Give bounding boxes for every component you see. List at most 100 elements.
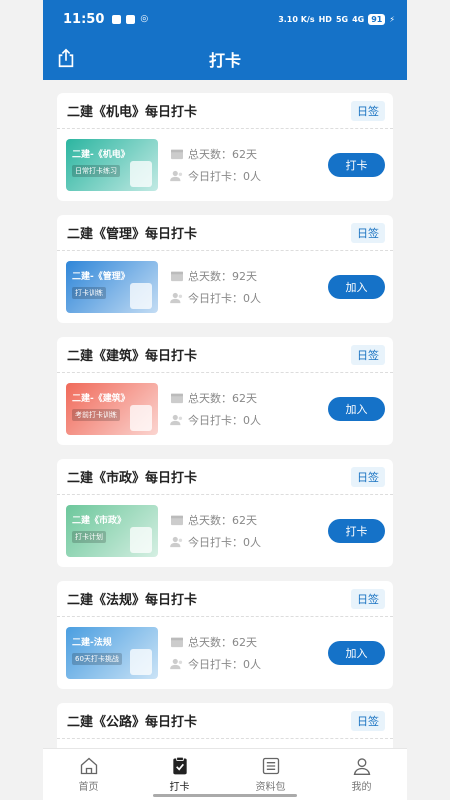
total-days-value: 62天 [232, 148, 257, 161]
today-checkin-row: 今日打卡： 0人 [170, 409, 328, 431]
today-checkin-row: 今日打卡： 0人 [170, 165, 328, 187]
thumbnail-title: 二建-《建筑》 [72, 394, 130, 404]
calendar-icon [171, 637, 183, 648]
user-icon [353, 758, 370, 775]
thumbnail-subtitle: 打卡计划 [72, 531, 106, 543]
card-title: 二建《机电》每日打卡 [67, 105, 198, 120]
today-checkin-row: 今日打卡： 0人 [170, 531, 328, 553]
tab-checkin-label: 打卡 [169, 782, 190, 793]
thumbnail-illustration [130, 405, 152, 431]
card-body: 二建《市政》 打卡计划 总天数： 62天 今日打卡： 0人 打卡 [57, 495, 393, 567]
today-checkin-value: 0人 [243, 292, 261, 305]
card-body: 二建-《机电》 日常打卡练习 总天数： 62天 今日打卡： 0人 打卡 [57, 129, 393, 201]
card-stats: 总天数： 62天 今日打卡： 0人 [170, 143, 328, 187]
daily-sign-tag[interactable]: 日签 [351, 710, 385, 731]
checkin-action-button[interactable]: 打卡 [328, 153, 385, 177]
calendar-icon [171, 149, 183, 160]
total-days-label: 总天数： [188, 392, 232, 405]
card-body: 二建-《管理》 打卡训练 总天数： 92天 今日打卡： 0人 加入 [57, 251, 393, 323]
battery-indicator: 91 [368, 13, 386, 25]
page-title: 打卡 [208, 51, 241, 70]
users-icon [170, 536, 183, 548]
thumbnail-title: 二建-法规 [72, 638, 112, 648]
daily-sign-tag[interactable]: 日签 [351, 344, 385, 365]
thumbnail-title: 二建《市政》 [72, 516, 127, 526]
card-stats: 总天数： 92天 今日打卡： 0人 [170, 265, 328, 309]
checkin-action-button[interactable]: 打卡 [328, 519, 385, 543]
card-header: 二建《法规》每日打卡 日签 [57, 581, 393, 617]
today-checkin-value: 0人 [243, 536, 261, 549]
checkin-card[interactable]: 二建《管理》每日打卡 日签 二建-《管理》 打卡训练 总天数： 92天 今日打卡： 0人 加入 [57, 215, 393, 323]
tab-mine[interactable]: 我的 [316, 749, 407, 800]
app-notification-icon [126, 14, 136, 24]
tab-materials[interactable]: 资料包 [225, 749, 316, 800]
today-checkin-label: 今日打卡： [188, 658, 243, 671]
checkin-action-button[interactable]: 加入 [328, 397, 385, 421]
today-checkin-label: 今日打卡： [188, 414, 243, 427]
app-header: 打卡 [43, 38, 407, 80]
home-indicator [153, 794, 297, 797]
calendar-icon [171, 393, 183, 404]
tab-checkin[interactable]: 打卡 [134, 749, 225, 800]
total-days-value: 92天 [232, 270, 257, 283]
sync-icon: ◎ [140, 14, 149, 24]
total-days-value: 62天 [232, 514, 257, 527]
checkin-list[interactable]: 二建《机电》每日打卡 日签 二建-《机电》 日常打卡练习 总天数： 62天 今日打卡： 0人打… [43, 80, 407, 748]
app-frame: 11:50 ◎ 3.10 K/s HD 5G 4G 91 ⚡ 打卡 二建《机电》… [43, 0, 407, 800]
today-checkin-value: 0人 [243, 658, 261, 671]
checkin-card[interactable]: 二建《机电》每日打卡 日签 二建-《机电》 日常打卡练习 总天数： 62天 今日打卡： 0人打… [57, 93, 393, 201]
hd-badge: HD [318, 14, 332, 24]
share-icon[interactable] [55, 47, 77, 69]
checkin-card[interactable]: 二建《法规》每日打卡 日签 二建-法规 60天打卡挑战 总天数： 62天 今日打卡： 0人 加入 [57, 581, 393, 689]
thumbnail-subtitle: 60天打卡挑战 [72, 653, 122, 665]
total-days-label: 总天数： [188, 148, 232, 161]
thumbnail-title: 二建-《机电》 [72, 150, 130, 160]
card-title: 二建《法规》每日打卡 [67, 593, 198, 608]
users-icon [170, 292, 183, 304]
checkin-card[interactable]: 二建《市政》每日打卡 日签 二建《市政》 打卡计划 总天数： 62天 今日打卡： 0人 打卡 [57, 459, 393, 567]
today-checkin-row: 今日打卡： 0人 [170, 653, 328, 675]
daily-sign-tag[interactable]: 日签 [351, 100, 385, 121]
checkin-card[interactable]: 二建《建筑》每日打卡 日签 二建-《建筑》 考前打卡训练 总天数： 62天 今日打卡： 0人加… [57, 337, 393, 445]
card-stats: 总天数： 62天 今日打卡： 0人 [170, 509, 328, 553]
card-body: 二建-《建筑》 考前打卡训练 总天数： 62天 今日打卡： 0人 加入 [57, 373, 393, 445]
signal-4g: 4G [352, 14, 365, 24]
card-header: 二建《市政》每日打卡 日签 [57, 459, 393, 495]
today-checkin-label: 今日打卡： [188, 536, 243, 549]
tab-home[interactable]: 首页 [43, 749, 134, 800]
course-thumbnail[interactable]: 二建-《管理》 打卡训练 [66, 261, 158, 313]
users-icon [170, 658, 183, 670]
notification-icons: ◎ [112, 14, 148, 24]
calendar-icon [171, 515, 183, 526]
thumbnail-illustration [130, 527, 152, 553]
bottom-tab-bar: 首页 打卡 资料包 我的 [43, 748, 407, 800]
course-thumbnail[interactable]: 二建-法规 60天打卡挑战 [66, 627, 158, 679]
total-days-row: 总天数： 62天 [170, 143, 328, 165]
thumbnail-subtitle: 日常打卡练习 [72, 165, 120, 177]
total-days-value: 62天 [232, 392, 257, 405]
daily-sign-tag[interactable]: 日签 [351, 466, 385, 487]
total-days-value: 62天 [232, 636, 257, 649]
checkin-action-button[interactable]: 加入 [328, 275, 385, 299]
status-right: 3.10 K/s HD 5G 4G 91 ⚡ [278, 13, 395, 25]
total-days-label: 总天数： [188, 270, 232, 283]
users-icon [170, 170, 183, 182]
checkin-action-button[interactable]: 加入 [328, 641, 385, 665]
course-thumbnail[interactable]: 二建-《建筑》 考前打卡训练 [66, 383, 158, 435]
thumbnail-subtitle: 考前打卡训练 [72, 409, 120, 421]
checkin-icon [172, 756, 187, 775]
calendar-icon [171, 271, 183, 282]
network-speed: 3.10 K/s [278, 14, 315, 24]
course-thumbnail[interactable]: 二建-《机电》 日常打卡练习 [66, 139, 158, 191]
checkin-card[interactable]: 二建《公路》每日打卡 日签 [57, 703, 393, 748]
course-thumbnail[interactable]: 二建《市政》 打卡计划 [66, 505, 158, 557]
charging-icon: ⚡ [389, 14, 395, 24]
tab-mine-label: 我的 [351, 782, 372, 793]
tab-materials-label: 资料包 [255, 782, 286, 793]
card-stats: 总天数： 62天 今日打卡： 0人 [170, 387, 328, 431]
daily-sign-tag[interactable]: 日签 [351, 222, 385, 243]
total-days-row: 总天数： 62天 [170, 387, 328, 409]
daily-sign-tag[interactable]: 日签 [351, 588, 385, 609]
status-time: 11:50 [63, 11, 105, 27]
card-header: 二建《机电》每日打卡 日签 [57, 93, 393, 129]
